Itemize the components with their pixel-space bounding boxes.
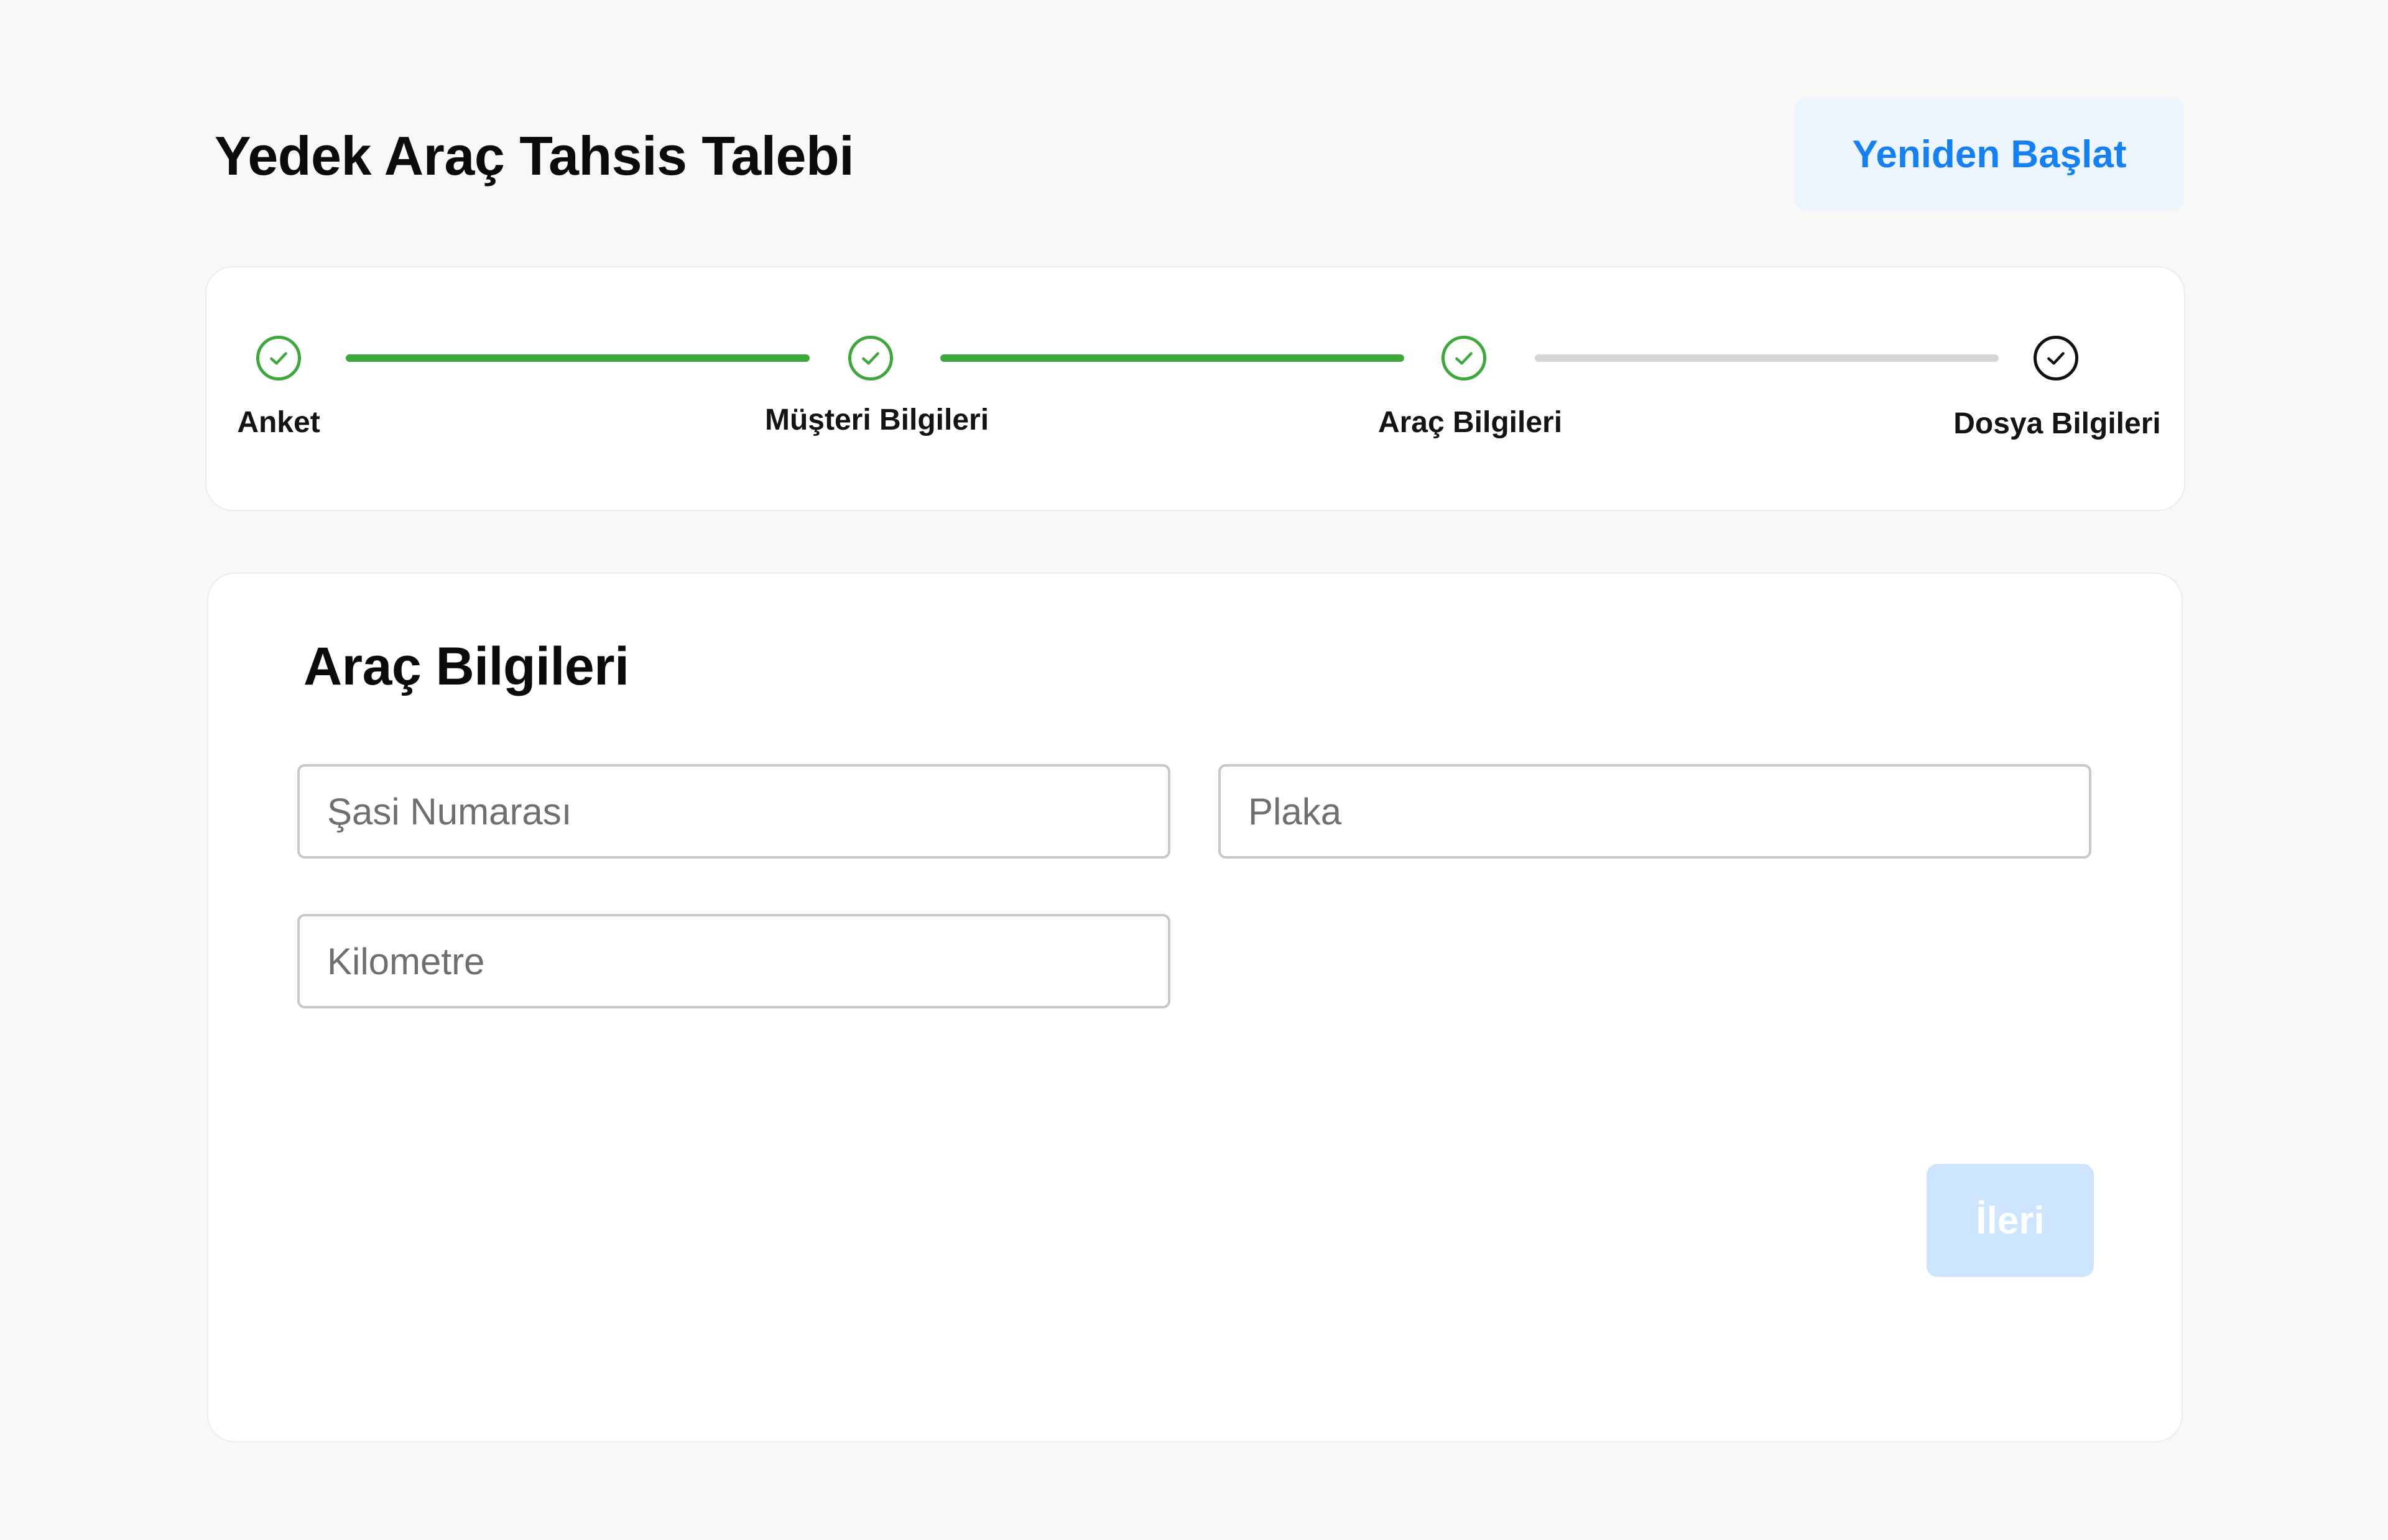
step-label: Dosya Bilgileri: [1953, 407, 2161, 440]
check-circle-icon: [2034, 336, 2078, 380]
step-connector: [940, 354, 1404, 362]
stepper-card: Anket Müşteri Bilgileri Araç Bilgileri D…: [205, 266, 2185, 511]
step-label: Araç Bilgileri: [1377, 406, 1563, 439]
check-circle-icon: [848, 336, 893, 380]
check-circle-icon: [256, 336, 301, 380]
step-connector: [346, 354, 810, 362]
next-button[interactable]: İleri: [1927, 1164, 2094, 1277]
mileage-input[interactable]: [297, 914, 1170, 1008]
step-connector: [1535, 354, 1999, 362]
chassis-number-input[interactable]: [297, 764, 1170, 859]
step-label: Anket: [237, 406, 320, 439]
plate-input[interactable]: [1218, 764, 2091, 859]
restart-button[interactable]: Yeniden Başlat: [1795, 98, 2184, 211]
vehicle-info-card: Araç Bilgileri İleri: [207, 573, 2183, 1442]
section-title: Araç Bilgileri: [303, 637, 629, 696]
check-circle-icon: [1442, 336, 1486, 380]
step-label: Müşteri Bilgileri: [764, 403, 989, 436]
page-title: Yedek Araç Tahsis Talebi: [215, 125, 854, 187]
